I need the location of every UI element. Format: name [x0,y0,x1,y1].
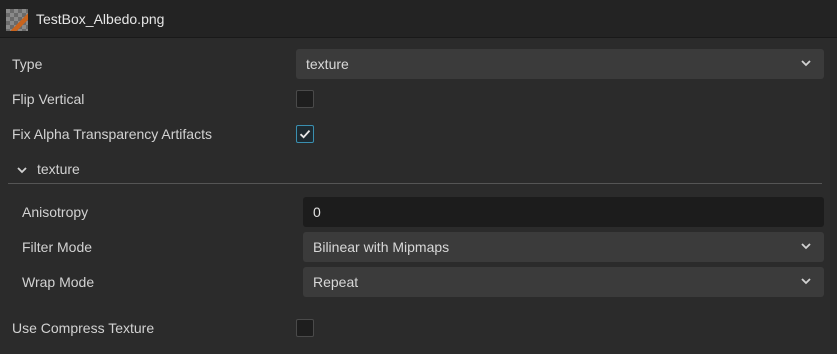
anisotropy-input[interactable]: 0 [303,197,824,227]
chevron-down-icon [801,278,811,285]
wrap-mode-label: Wrap Mode [22,274,95,290]
type-select[interactable]: texture [296,49,824,79]
fix-alpha-label: Fix Alpha Transparency Artifacts [12,126,212,142]
use-compress-label: Use Compress Texture [12,320,155,336]
flip-vertical-label: Flip Vertical [12,91,85,107]
texture-section-header[interactable]: texture [12,159,312,181]
chevron-down-icon [801,60,811,67]
section-divider [8,183,822,184]
type-label: Type [12,56,43,72]
asset-title: TestBox_Albedo.png [36,11,165,27]
anisotropy-label: Anisotropy [22,204,89,220]
filter-mode-select[interactable]: Bilinear with Mipmaps [303,232,824,262]
wrap-mode-value: Repeat [313,274,359,290]
use-compress-checkbox[interactable] [296,319,314,337]
chevron-down-icon [17,167,27,174]
wrap-mode-select[interactable]: Repeat [303,267,824,297]
type-select-value: texture [306,56,349,72]
fix-alpha-checkbox[interactable] [296,125,314,143]
filter-mode-value: Bilinear with Mipmaps [313,239,450,255]
flip-vertical-checkbox[interactable] [296,90,314,108]
filter-mode-label: Filter Mode [22,239,93,255]
chevron-down-icon [801,243,811,250]
inspector-header: TestBox_Albedo.png [0,0,837,38]
anisotropy-value: 0 [313,204,321,220]
section-title: texture [37,161,80,177]
image-thumbnail-icon [6,9,28,31]
checkmark-icon [299,130,311,139]
